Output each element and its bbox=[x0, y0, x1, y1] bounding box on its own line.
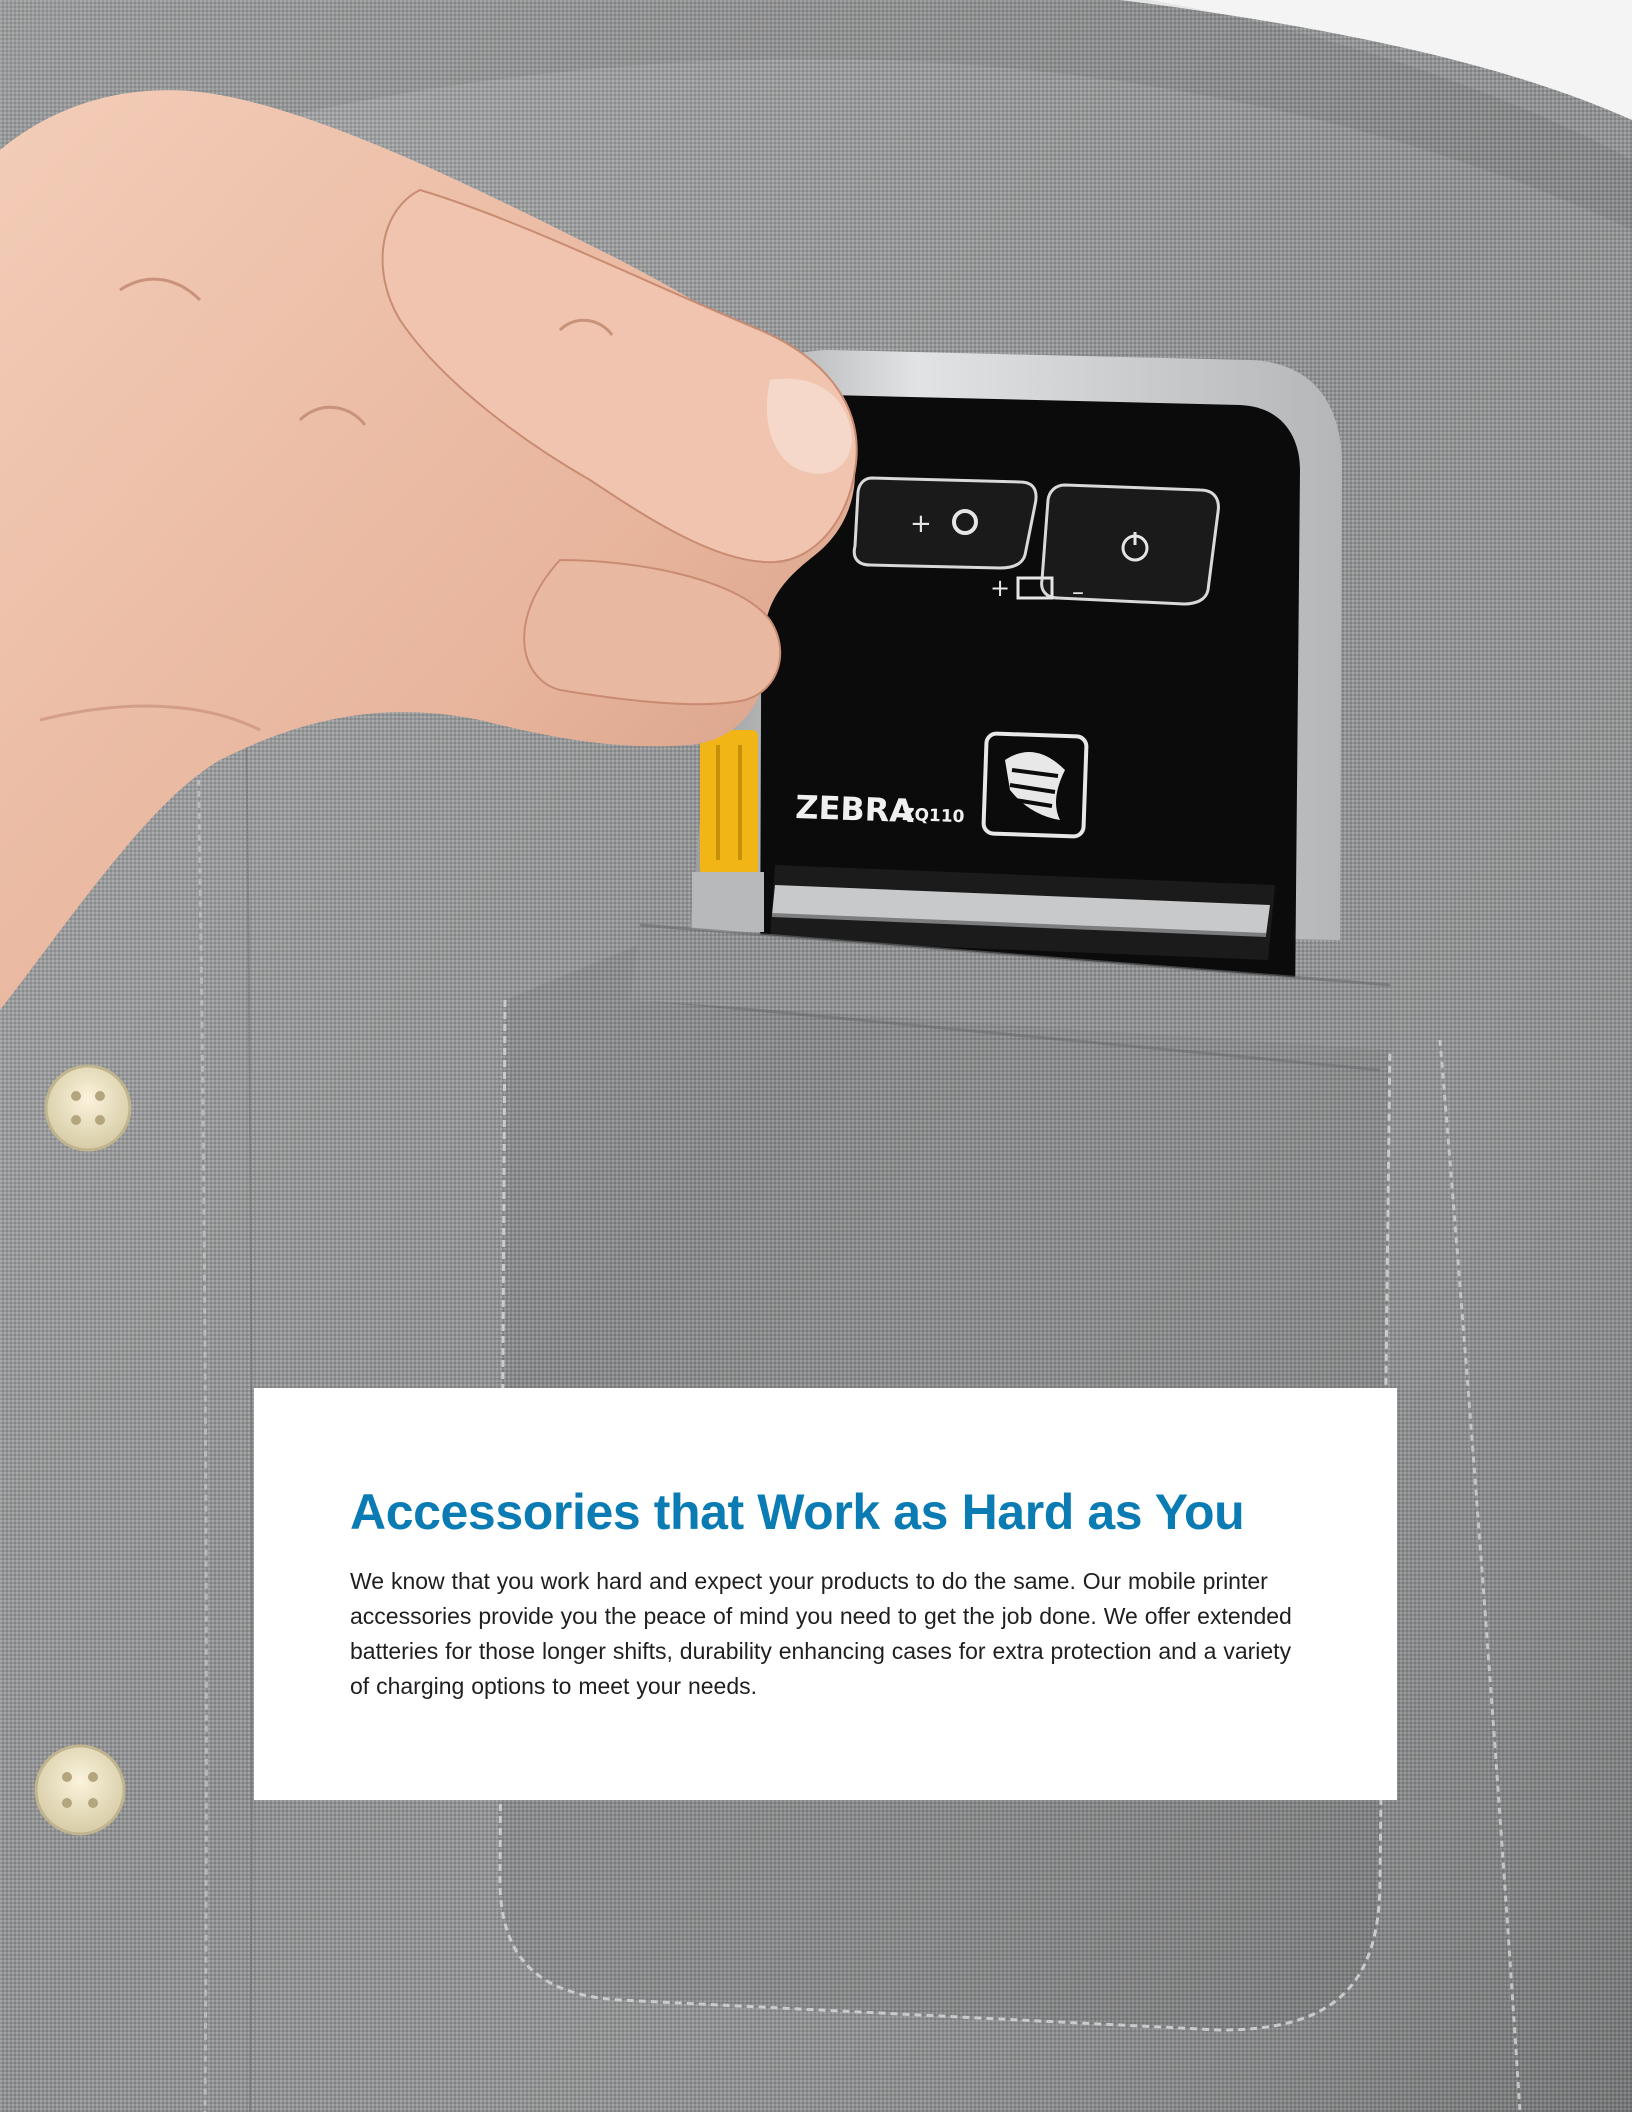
svg-text:+: + bbox=[990, 574, 1010, 602]
feature-card: Accessories that Work as Hard as You We … bbox=[254, 1388, 1397, 1800]
printer-brand: ZEBRA bbox=[795, 788, 915, 830]
card-heading: Accessories that Work as Hard as You bbox=[350, 1484, 1245, 1540]
printer-model: ZQ110 bbox=[902, 805, 965, 827]
shirt-button-lower bbox=[34, 1744, 126, 1836]
svg-text:+: + bbox=[910, 509, 932, 539]
svg-text:–: – bbox=[1072, 578, 1084, 606]
card-body: We know that you work hard and expect yo… bbox=[350, 1568, 1292, 1699]
shirt-button-upper bbox=[44, 1064, 132, 1152]
